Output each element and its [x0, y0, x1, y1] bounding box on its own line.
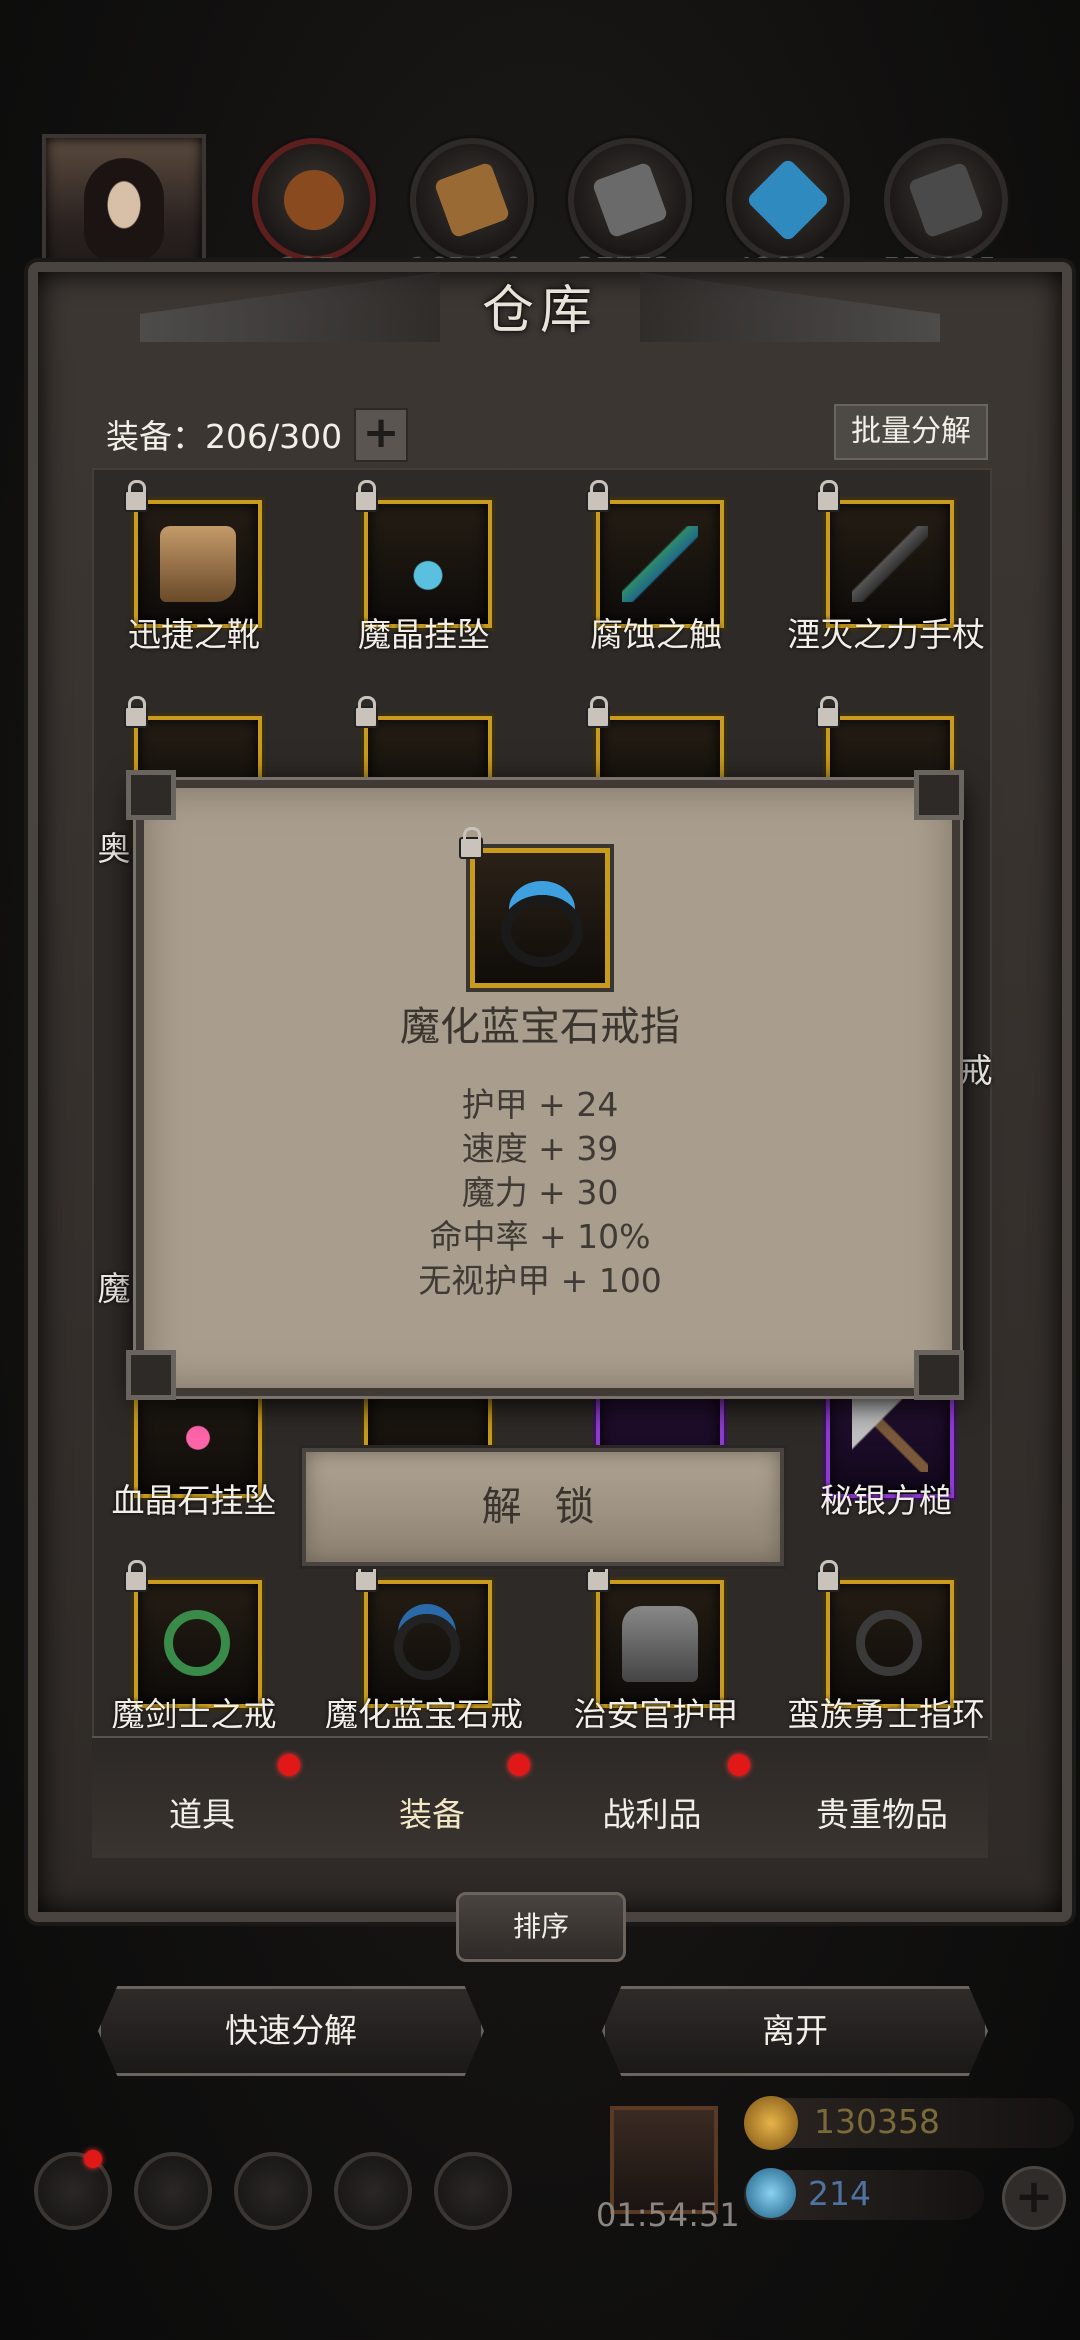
- ring-icon: [164, 1610, 230, 1676]
- tab-loot[interactable]: 战利品: [540, 1788, 764, 1836]
- modal-corner: [914, 1350, 964, 1400]
- item-name: 治安官护甲: [573, 1695, 739, 1728]
- stat-armor: 护甲 + 24: [461, 1085, 619, 1124]
- item-name: 魔晶挂坠: [358, 615, 490, 654]
- unlock-button[interactable]: 解 锁: [302, 1448, 784, 1566]
- stat-ignore-armor: 无视护甲 + 100: [418, 1261, 662, 1300]
- lock-icon: [816, 480, 840, 512]
- lock-icon: [354, 696, 378, 728]
- lock-icon: [586, 696, 610, 728]
- iron-icon: [907, 161, 985, 239]
- item-name: 魔剑士之戒: [111, 1695, 277, 1728]
- plank-icon: [433, 161, 511, 239]
- sort-button[interactable]: 排序: [456, 1892, 626, 1962]
- expand-capacity-button[interactable]: +: [354, 408, 408, 462]
- tab-items[interactable]: 道具: [90, 1788, 314, 1836]
- equipment-capacity: 装备：206/300: [106, 417, 343, 456]
- armor-icon: [622, 1606, 698, 1682]
- tab-equipment[interactable]: 装备: [320, 1788, 544, 1836]
- lock-icon: [124, 696, 148, 728]
- ring-icon: [394, 1614, 460, 1680]
- lock-icon: [459, 827, 483, 859]
- stat-hit-rate: 命中率 + 10%: [429, 1217, 651, 1256]
- notification-dot: [728, 1754, 750, 1776]
- achievement-icon[interactable]: [134, 2152, 212, 2230]
- modal-item-name: 魔化蓝宝石戒指: [400, 1004, 680, 1050]
- notification-dot: [84, 2150, 102, 2168]
- stone-icon: [591, 161, 669, 239]
- batch-disassemble-button[interactable]: 批量分解: [834, 404, 988, 460]
- hammer-icon: [852, 1396, 928, 1472]
- gem-icon: [746, 2168, 796, 2218]
- scepter-icon: [852, 526, 928, 602]
- boots-icon: [160, 526, 236, 602]
- lock-icon: [354, 1560, 378, 1592]
- notification-dot: [278, 1754, 300, 1776]
- item-name: 迅捷之靴: [128, 615, 260, 654]
- item-name: 腐蚀之触: [590, 615, 722, 654]
- lock-icon: [586, 1560, 610, 1592]
- modal-item-icon: [459, 827, 610, 988]
- staff-icon: [622, 526, 698, 602]
- item-name: 血晶石挂坠: [111, 1481, 277, 1520]
- add-currency-button[interactable]: +: [1002, 2166, 1066, 2230]
- pendant-icon: [160, 1396, 236, 1472]
- lock-icon: [586, 480, 610, 512]
- quick-disassemble-button[interactable]: 快速分解: [98, 1986, 484, 2076]
- ring-icon: [856, 1610, 922, 1676]
- ring-icon: [501, 895, 583, 967]
- handshake-icon[interactable]: [434, 2152, 512, 2230]
- castle-icon[interactable]: [234, 2152, 312, 2230]
- modal-corner: [914, 770, 964, 820]
- item-name: 秘银方槌: [820, 1481, 952, 1520]
- item-name: 魔化蓝宝石戒: [325, 1695, 523, 1728]
- lock-icon: [816, 1560, 840, 1592]
- crystal-icon: [745, 157, 831, 243]
- item-name: 蛮族勇士指环: [787, 1695, 985, 1728]
- leave-button[interactable]: 离开: [602, 1986, 988, 2076]
- modal-corner: [126, 770, 176, 820]
- avatar: [84, 158, 164, 262]
- mail-icon[interactable]: [334, 2152, 412, 2230]
- stat-magic: 魔力 + 30: [461, 1173, 619, 1212]
- lock-icon: [354, 480, 378, 512]
- amulet-icon: [390, 526, 466, 602]
- gift-timer: 01:54:51: [596, 2196, 740, 2234]
- log-icon: [275, 161, 353, 239]
- modal-corner: [126, 1350, 176, 1400]
- lock-icon: [816, 696, 840, 728]
- tab-valuables[interactable]: 贵重物品: [770, 1788, 994, 1836]
- lock-icon: [124, 1560, 148, 1592]
- notification-dot: [508, 1754, 530, 1776]
- gem-amount: 214: [808, 2174, 871, 2213]
- gold-amount: 130358: [814, 2102, 940, 2141]
- panel-title: 仓库: [481, 281, 598, 341]
- stat-speed: 速度 + 39: [461, 1129, 619, 1168]
- item-name: 湮灭之力手杖: [787, 615, 985, 654]
- gold-coin-icon: [744, 2096, 798, 2150]
- lock-icon: [124, 480, 148, 512]
